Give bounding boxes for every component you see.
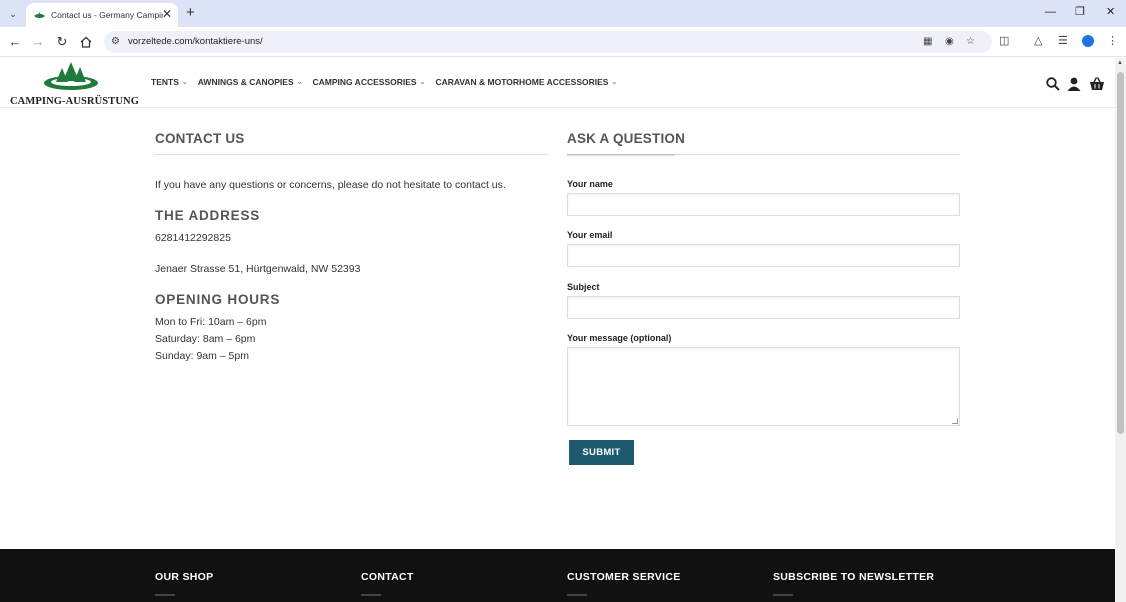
- chevron-down-icon: ⌄: [296, 79, 303, 86]
- scroll-up-arrow-icon[interactable]: ▲: [1117, 60, 1123, 66]
- restore-icon[interactable]: ❐: [1075, 6, 1085, 18]
- nav-item-camping-accessories[interactable]: CAMPING ACCESSORIES ⌄: [313, 77, 426, 87]
- site-footer: OUR SHOP CONTACT CUSTOMER SERVICE SUBSCR…: [0, 549, 1115, 602]
- browser-toolbar: ← → ↻ ⚙ vorzeltede.com/kontaktiere-uns/ …: [0, 27, 1126, 57]
- page-scrollbar[interactable]: ▲: [1115, 58, 1126, 602]
- nav-label: CAMPING ACCESSORIES: [312, 77, 417, 87]
- nav-label: TENTS: [151, 77, 179, 87]
- nav-item-tents[interactable]: TENTS ⌄: [151, 77, 188, 87]
- nav-item-caravan-accessories[interactable]: CARAVAN & MOTORHOME ACCESSORIES ⌄: [435, 77, 617, 87]
- address-bar[interactable]: ⚙ vorzeltede.com/kontaktiere-uns/ ▦ ◉ ☆: [104, 31, 992, 53]
- forward-icon[interactable]: →: [31, 35, 45, 49]
- tab-close-icon[interactable]: ✕: [162, 8, 172, 20]
- footer-divider: [361, 594, 381, 596]
- minimize-icon[interactable]: —: [1045, 6, 1056, 18]
- home-icon[interactable]: [79, 35, 93, 49]
- tab-title: Contact us - Germany Camping: [51, 10, 163, 20]
- site-favicon-icon: [34, 12, 45, 18]
- media-controls-icon[interactable]: ☰: [1058, 35, 1068, 48]
- site-info-icon[interactable]: ⚙: [111, 36, 120, 47]
- cart-basket-icon[interactable]: [1089, 76, 1105, 92]
- browser-tab-strip: ⌄ Contact us - Germany Camping ✕ + — ❐ ✕: [0, 0, 1126, 27]
- message-label: Your message (optional): [567, 333, 672, 343]
- divider: [155, 154, 548, 155]
- email-field[interactable]: [567, 244, 960, 267]
- resize-handle-icon[interactable]: [952, 418, 958, 424]
- address-heading: THE ADDRESS: [155, 208, 261, 223]
- chevron-down-icon: ⌄: [181, 79, 188, 86]
- nav-item-awnings[interactable]: AWNINGS & CANOPIES ⌄: [198, 77, 303, 87]
- message-textarea[interactable]: [567, 347, 960, 426]
- menu-kebab-icon[interactable]: ⋮: [1107, 35, 1118, 48]
- submit-button[interactable]: SUBMIT: [569, 440, 634, 465]
- main-navigation: TENTS ⌄ AWNINGS & CANOPIES ⌄ CAMPING ACCES…: [151, 77, 627, 87]
- web-page: CAMPING-AUSRÜSTUNG TENTS ⌄ AWNINGS & CANO…: [0, 58, 1115, 602]
- subject-label: Subject: [567, 282, 600, 292]
- url-text: vorzeltede.com/kontaktiere-uns/: [128, 36, 263, 47]
- tree-logo-icon: [44, 62, 98, 90]
- heading-underline: [567, 154, 675, 156]
- site-logo[interactable]: CAMPING-AUSRÜSTUNG: [10, 61, 139, 107]
- profile-avatar[interactable]: [1082, 35, 1094, 47]
- back-icon[interactable]: ←: [8, 35, 22, 49]
- phone-number: 6281412292825: [155, 232, 231, 244]
- footer-heading-contact: CONTACT: [361, 571, 414, 583]
- contact-intro: If you have any questions or concerns, p…: [155, 179, 506, 191]
- hours-weekday: Mon to Fri: 10am – 6pm: [155, 316, 267, 328]
- footer-heading-newsletter: SUBSCRIBE TO NEWSLETTER: [773, 571, 935, 583]
- hours-sunday: Sunday: 9am – 5pm: [155, 350, 249, 362]
- browser-tab[interactable]: Contact us - Germany Camping ✕: [26, 3, 178, 27]
- name-label: Your name: [567, 179, 613, 189]
- logo-text: CAMPING-AUSRÜSTUNG: [10, 96, 139, 107]
- email-label: Your email: [567, 230, 613, 240]
- footer-heading-shop: OUR SHOP: [155, 571, 214, 583]
- tab-search-icon[interactable]: ⌄: [6, 7, 20, 21]
- nav-label: CARAVAN & MOTORHOME ACCESSORIES: [435, 77, 609, 87]
- new-tab-icon[interactable]: +: [186, 5, 195, 20]
- extensions-icon[interactable]: ◫: [999, 35, 1009, 48]
- nav-label: AWNINGS & CANOPIES: [197, 77, 294, 87]
- footer-heading-customer-service: CUSTOMER SERVICE: [567, 571, 681, 583]
- account-icon[interactable]: [1066, 76, 1082, 92]
- hours-saturday: Saturday: 8am – 6pm: [155, 333, 256, 345]
- eye-off-icon[interactable]: ◉: [945, 36, 954, 48]
- name-field[interactable]: [567, 193, 960, 216]
- address-text: Jenaer Strasse 51, Hürtgenwald, NW 52393: [155, 263, 361, 275]
- form-heading: ASK A QUESTION: [567, 131, 686, 146]
- opening-hours-heading: OPENING HOURS: [155, 292, 281, 307]
- close-window-icon[interactable]: ✕: [1106, 6, 1115, 18]
- reload-icon[interactable]: ↻: [55, 35, 69, 49]
- footer-divider: [155, 594, 175, 596]
- labs-icon[interactable]: △: [1034, 35, 1042, 48]
- site-header: CAMPING-AUSRÜSTUNG TENTS ⌄ AWNINGS & CANO…: [0, 58, 1115, 108]
- footer-divider: [567, 594, 587, 596]
- footer-divider: [773, 594, 793, 596]
- chevron-down-icon: ⌄: [611, 79, 618, 86]
- translate-icon[interactable]: ▦: [923, 36, 932, 48]
- bookmark-star-icon[interactable]: ☆: [966, 36, 975, 48]
- chevron-down-icon: ⌄: [419, 79, 426, 86]
- subject-field[interactable]: [567, 296, 960, 319]
- contact-heading: CONTACT US: [155, 131, 245, 146]
- scrollbar-thumb[interactable]: [1117, 72, 1124, 434]
- search-icon[interactable]: [1045, 76, 1061, 92]
